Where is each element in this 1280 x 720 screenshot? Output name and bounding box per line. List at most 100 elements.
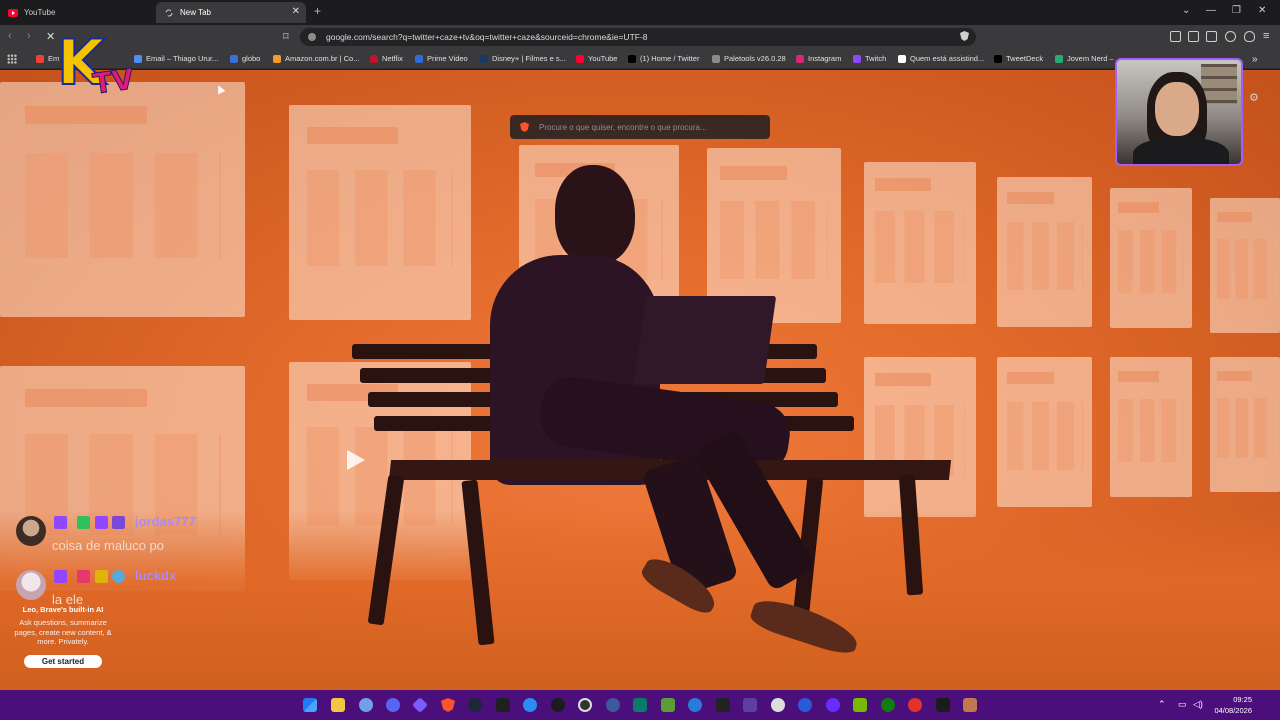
leo-ai-icon[interactable] [1225,31,1236,42]
app-icon[interactable] [908,698,922,712]
tab-new-tab[interactable]: New Tab ✕ [156,2,306,23]
twitch-badge-icon [54,570,67,583]
background-card [997,357,1092,507]
epic-games-icon[interactable] [496,698,510,712]
menu-icon[interactable]: ≡ [1263,30,1269,42]
bookmark-icon[interactable]: ⌑ [283,30,289,43]
app-icon[interactable] [716,698,730,712]
new-tab-search[interactable]: Procure o que quiser, encontre o que pro… [510,115,770,139]
file-explorer-icon[interactable] [331,698,345,712]
loading-icon [164,8,174,18]
background-card [864,162,976,324]
bookmark-jovem-nerd[interactable]: Jovem Nerd – ... [1055,54,1122,63]
back-button[interactable]: ‹ [8,30,12,42]
browser-icon[interactable] [359,698,373,712]
background-card [1210,357,1280,492]
obs-icon[interactable] [578,698,592,712]
app-icon[interactable] [826,698,840,712]
netflix-icon [370,54,378,63]
stop-loading-button[interactable]: ✕ [46,30,55,43]
logo-tv: TV [90,62,136,101]
app-icon[interactable] [743,698,757,712]
app-icon[interactable] [523,698,537,712]
wallet-icon[interactable] [1206,31,1217,42]
clock-time[interactable]: 09:25 [1212,695,1252,704]
bookmark-label: Quem está assistind... [910,54,985,63]
bookmark-email[interactable]: Email – Thiago Urur... [134,54,218,63]
get-started-button[interactable]: Get started [24,654,102,668]
volume-icon[interactable]: ◁) [1193,699,1203,710]
bookmark-label: Email – Thiago Urur... [146,54,219,63]
app-icon[interactable] [798,698,812,712]
app-icon[interactable] [936,698,950,712]
leo-title: Leo, Brave's built-in AI [22,605,104,614]
apps-grid-icon[interactable] [7,54,17,64]
youtube-icon [8,8,18,18]
address-bar[interactable]: google.com/search?q=twitter+caze+tv&oq=t… [300,28,976,46]
network-icon[interactable]: ▭ [1178,699,1187,710]
background-card [1110,357,1192,497]
discord-icon[interactable] [386,698,400,712]
new-tab-page: Procure o que quiser, encontre o que pro… [0,70,1280,690]
bookmark-disney[interactable]: Disney+ | Filmes e s... [480,54,566,63]
app-icon[interactable] [771,698,785,712]
bookmark-gmail[interactable]: Em [36,54,59,63]
bookmark-amazon[interactable]: Amazon.com.br | Co... [273,54,359,63]
app-icon[interactable] [633,698,647,712]
bookmark-twitter[interactable]: (1) Home / Twitter [628,54,699,63]
app-icon[interactable] [551,698,565,712]
new-tab-button[interactable]: + [314,4,321,18]
steam-icon[interactable] [468,698,482,712]
app-icon[interactable] [963,698,977,712]
bookmark-label: Netflix [382,54,403,63]
close-window-button[interactable]: ✕ [1258,5,1266,16]
xbox-icon[interactable] [881,698,895,712]
clock-date[interactable]: 04/08/2026 [1212,706,1252,715]
app-icon[interactable] [661,698,675,712]
leo-description: Ask questions, summarize pages, create n… [14,618,112,646]
maximize-button[interactable]: ❐ [1232,5,1241,16]
tray-chevron-icon[interactable]: ⌃ [1158,699,1166,710]
streamer-shirt [1133,138,1229,164]
bookmark-tweetdeck[interactable]: TweetDeck [994,54,1043,63]
search-placeholder[interactable]: Procure o que quiser, encontre o que pro… [539,123,707,132]
k-badge-icon [95,570,108,583]
bookshelf [1201,64,1237,104]
bookmark-quem-esta[interactable]: Quem está assistind... [898,54,984,63]
more-bookmarks-icon[interactable]: » [1252,54,1258,65]
laptop [633,296,777,384]
nvidia-icon[interactable] [853,698,867,712]
forward-button[interactable]: › [27,30,31,42]
avatar [16,516,46,546]
avatar [16,570,46,600]
sidebar-icon[interactable] [1188,31,1199,42]
tab-youtube[interactable]: YouTube [0,2,156,23]
bookmark-instagram[interactable]: Instagram [796,54,841,63]
settings-gear-icon[interactable]: ⚙ [1249,91,1259,104]
background-card [997,177,1092,327]
start-icon[interactable] [303,698,317,712]
bookmarks-bar: Em Email – Thiago Urur... globo Amazon.c… [0,49,1280,69]
app-icon[interactable] [412,697,428,713]
bookmark-youtube[interactable]: YouTube [576,54,617,63]
bookmark-prime-video[interactable]: Prime Video [415,54,468,63]
url-text[interactable]: google.com/search?q=twitter+caze+tv&oq=t… [326,32,648,42]
brave-taskbar-icon[interactable] [441,698,455,712]
vpn-icon[interactable] [1244,31,1255,42]
extensions-icon[interactable] [1170,31,1181,42]
bookmark-paletools[interactable]: Paletools v26.0.28 [712,54,786,63]
close-tab-icon[interactable]: ✕ [292,6,300,17]
minimize-button[interactable]: — [1206,5,1216,16]
bookmark-netflix[interactable]: Netflix [370,54,403,63]
app-icon[interactable] [688,698,702,712]
webcam-overlay [1115,58,1243,166]
bookmark-label: Paletools v26.0.28 [724,54,786,63]
tab-search-icon[interactable]: ⌄ [1182,5,1190,16]
site-info-icon[interactable] [308,33,316,41]
app-icon[interactable] [606,698,620,712]
bookmark-globo[interactable]: globo [230,54,260,63]
bookmark-label: Twitch [865,54,887,63]
bookmark-twitch[interactable]: Twitch [853,54,886,63]
leo-promo: Leo, Brave's built-in AI Ask questions, … [8,605,118,668]
background-card [1210,198,1280,333]
